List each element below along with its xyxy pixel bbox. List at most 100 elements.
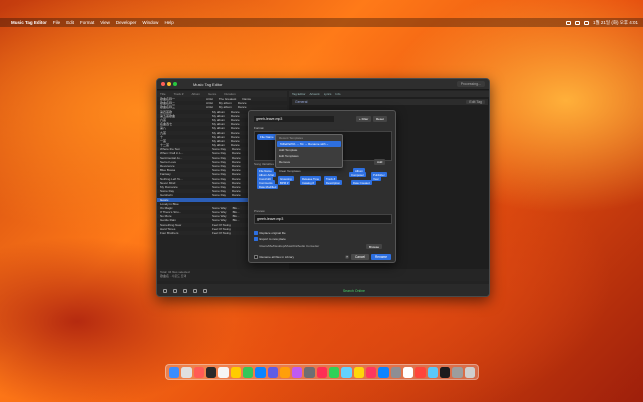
folder-icon[interactable] [193, 289, 197, 293]
tab-artwork[interactable]: Artwork [310, 92, 320, 96]
menu-edit[interactable]: Edit [66, 20, 74, 25]
export-new-place-label: Export to new place [259, 237, 286, 241]
dock-app-icon[interactable] [267, 366, 278, 378]
info-icon[interactable] [203, 289, 207, 293]
dock [165, 364, 479, 380]
dock-app-icon[interactable] [242, 366, 254, 378]
bottom-toolbar: Search Online [157, 284, 489, 296]
rename-all-checkbox[interactable]: Rename all files in Library [254, 255, 294, 259]
filename-field[interactable]: greeh-leave.mp3 [254, 116, 334, 122]
control-center-icon[interactable] [584, 20, 590, 25]
search-online-link[interactable]: Search Online [343, 289, 365, 293]
filename-token[interactable]: File Name [257, 134, 277, 140]
clear-templates-button[interactable]: Clear Templates [279, 169, 301, 173]
dock-app-icon[interactable] [439, 366, 451, 378]
rename-button[interactable]: Rename [371, 254, 392, 260]
col-track[interactable]: Track # [174, 92, 184, 96]
col-genre[interactable]: Genre [208, 92, 216, 96]
cell-album: Feel Of Swing [212, 231, 231, 235]
tag-panel-tabs: Tag Editor Artwork Lyrics Info [289, 91, 489, 97]
replace-original-checkbox[interactable]: Replace original file [254, 231, 286, 235]
play-icon[interactable] [183, 289, 187, 293]
rename-sheet: greeh-leave.mp3 + Filter Reset Format Fi… [248, 110, 396, 263]
tab-tag-editor[interactable]: Tag Editor [292, 92, 306, 96]
menu-format[interactable]: Format [80, 20, 94, 25]
tag-btn-date-created[interactable]: Date Created [351, 180, 372, 185]
dock-app-icon[interactable] [427, 366, 438, 378]
dock-app-icon[interactable] [329, 366, 340, 378]
export-new-place-checkbox[interactable]: Export to new place [254, 237, 286, 241]
menu-file[interactable]: File [53, 20, 60, 25]
dock-app-icon[interactable] [452, 366, 463, 378]
tab-info[interactable]: Info [335, 92, 340, 96]
dock-app-icon[interactable] [304, 366, 315, 378]
template-menu: Recent Templates %filePath% → %t → Renam… [275, 134, 343, 168]
song-variables-label: Song Variables [254, 162, 275, 166]
menu-app-name[interactable]: Music Tag Editor [11, 20, 47, 25]
menu-remove[interactable]: Remove [276, 159, 342, 165]
menu-window[interactable]: Window [142, 20, 158, 25]
dock-app-icon[interactable] [169, 366, 180, 378]
col-title[interactable]: Title [160, 92, 166, 96]
replace-original-label: Replace original file [259, 231, 286, 235]
edit-tag-button[interactable]: Edit Tag [466, 100, 485, 104]
tag-btn-catalog[interactable]: Catalog # [300, 180, 316, 185]
filter-button[interactable]: + Filter [356, 116, 372, 122]
dock-app-icon[interactable] [464, 366, 475, 378]
dock-app-icon[interactable] [378, 366, 389, 378]
add-icon[interactable] [163, 289, 167, 293]
dock-app-icon[interactable] [255, 366, 266, 378]
checkbox-checked-icon [254, 237, 258, 241]
close-button[interactable] [161, 82, 165, 86]
desktop-wallpaper: { "menubar": { "app_name": "Music Tag Ed… [0, 0, 643, 402]
dock-app-icon[interactable] [390, 366, 401, 378]
dock-app-icon[interactable] [218, 366, 229, 378]
clock[interactable]: 1월 21일 (화) 오후 4:01 [593, 20, 638, 26]
dock-app-icon[interactable] [402, 366, 414, 378]
dock-app-icon[interactable] [353, 366, 364, 378]
menu-help[interactable]: Help [164, 20, 173, 25]
dock-app-icon[interactable] [181, 366, 192, 378]
wifi-icon[interactable] [566, 20, 572, 25]
dock-app-icon[interactable] [230, 366, 241, 378]
tag-btn-date-modified[interactable]: Date Modified [257, 184, 279, 189]
rename-all-label: Rename all files in Library [259, 255, 295, 259]
dock-app-icon[interactable] [415, 366, 426, 378]
status-track: 歌曲名 · 사운드 트랙 [160, 274, 187, 278]
battery-icon[interactable] [575, 20, 581, 25]
dock-app-icon[interactable] [366, 366, 377, 378]
menu-developer[interactable]: Developer [116, 20, 137, 25]
tag-btn-year[interactable]: Year [371, 176, 381, 181]
status-bar: Total: 34 files selected 歌曲名 · 사운드 트랙 [157, 269, 489, 281]
window-title: Music Tag Editor [193, 81, 223, 87]
col-duration[interactable]: Duration [224, 92, 235, 96]
dock-app-icon[interactable] [316, 366, 328, 378]
add-button[interactable]: Add [374, 159, 386, 165]
help-button[interactable]: ? [345, 255, 349, 259]
checkbox-checked-icon [254, 231, 258, 235]
browse-button[interactable]: Browse [366, 244, 383, 249]
col-album[interactable]: Album [191, 92, 200, 96]
remove-icon[interactable] [173, 289, 177, 293]
dock-app-icon[interactable] [205, 366, 217, 378]
format-label: Format [254, 126, 264, 130]
cell-genre: Blu... [232, 218, 240, 223]
dock-app-icon[interactable] [292, 366, 303, 378]
export-path: /Users/Me/Desktop/MusicKit/Audio Convert… [259, 244, 320, 248]
tag-btn-description[interactable]: Description [324, 180, 342, 185]
dock-app-icon[interactable] [279, 366, 291, 378]
tag-btn-bpm[interactable]: BPM # [278, 180, 291, 185]
tab-lyrics[interactable]: Lyrics [324, 92, 332, 96]
dock-app-icon[interactable] [341, 366, 352, 378]
cancel-button[interactable]: Cancel [351, 254, 369, 260]
processing-indicator: Processing... [456, 81, 485, 87]
preview-field: greeh-leave.mp3 [254, 214, 392, 224]
preview-label: Preview [254, 209, 265, 213]
menu-view[interactable]: View [100, 20, 110, 25]
zoom-button[interactable] [173, 82, 177, 86]
minimize-button[interactable] [167, 82, 171, 86]
tag-btn-composer[interactable]: Composer [349, 172, 366, 177]
cell-album: Some Day [212, 193, 227, 198]
reset-button[interactable]: Reset [373, 116, 387, 122]
dock-app-icon[interactable] [193, 366, 204, 378]
